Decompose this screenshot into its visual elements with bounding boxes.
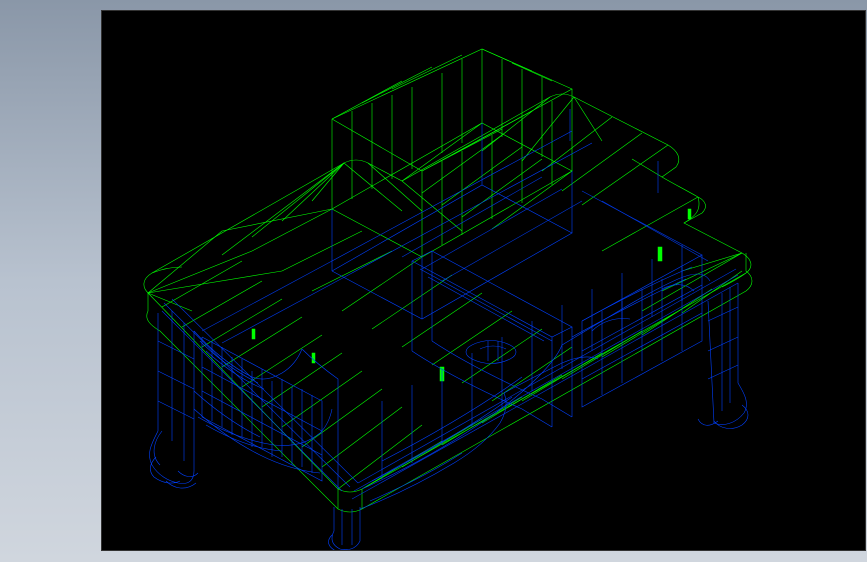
- wireframe-mesh-svg: [102, 11, 866, 551]
- wireframe-model[interactable]: [102, 11, 865, 550]
- cad-3d-viewport[interactable]: [101, 10, 866, 551]
